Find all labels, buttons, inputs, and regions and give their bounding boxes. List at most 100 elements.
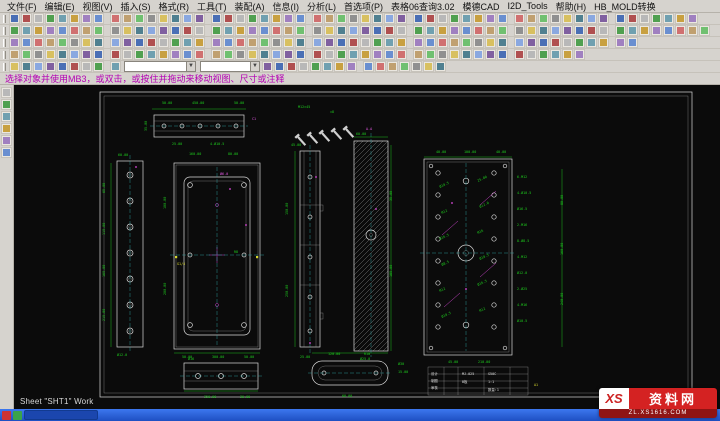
toolbar-icon[interactable]: [387, 61, 398, 72]
toolbar-icon[interactable]: [663, 13, 674, 24]
toolbar-icon[interactable]: [69, 49, 80, 60]
toolbar-icon[interactable]: [69, 25, 80, 36]
toolbar-icon[interactable]: [146, 49, 157, 60]
toolbar-icon[interactable]: [396, 49, 407, 60]
toolbar-icon[interactable]: [170, 37, 181, 48]
toolbar-icon[interactable]: [1, 99, 12, 110]
layer-combo[interactable]: ▼: [124, 61, 196, 72]
view-top-plate[interactable]: [150, 109, 248, 137]
toolbar-icon[interactable]: [182, 13, 193, 24]
toolbar-icon[interactable]: [348, 37, 359, 48]
toolbar-icon[interactable]: [295, 13, 306, 24]
toolbar-icon[interactable]: [485, 25, 496, 36]
toolbar-icon[interactable]: [247, 13, 258, 24]
toolbar-icon[interactable]: [336, 37, 347, 48]
toolbar-icon[interactable]: [514, 49, 525, 60]
toolbar-icon[interactable]: [21, 61, 32, 72]
toolbar-icon[interactable]: [283, 13, 294, 24]
toolbar-icon[interactable]: [33, 13, 44, 24]
toolbar-icon[interactable]: [322, 61, 333, 72]
toolbar-icon[interactable]: [372, 49, 383, 60]
toolbar-icon[interactable]: [485, 37, 496, 48]
toolbar-icon[interactable]: [372, 13, 383, 24]
toolbar-icon[interactable]: [348, 13, 359, 24]
toolbar-icon[interactable]: [425, 49, 436, 60]
toolbar-icon[interactable]: [158, 25, 169, 36]
toolbar-icon[interactable]: [497, 13, 508, 24]
toolbar-icon[interactable]: [411, 61, 422, 72]
toolbar-icon[interactable]: [598, 13, 609, 24]
toolbar-icon[interactable]: [497, 37, 508, 48]
toolbar-grip[interactable]: [3, 63, 6, 71]
toolbar-icon[interactable]: [598, 25, 609, 36]
toolbar-icon[interactable]: [334, 61, 345, 72]
toolbar-icon[interactable]: [1, 111, 12, 122]
toolbar-icon[interactable]: [550, 25, 561, 36]
menu-item[interactable]: 表格06查询3.02: [387, 0, 459, 13]
toolbar-icon[interactable]: [396, 37, 407, 48]
toolbar-icon[interactable]: [295, 49, 306, 60]
toolbar-icon[interactable]: [360, 37, 371, 48]
toolbar-icon[interactable]: [45, 13, 56, 24]
taskbar-app-icon[interactable]: [2, 411, 11, 420]
toolbar-icon[interactable]: [259, 49, 270, 60]
menu-item[interactable]: I2D_Tools: [504, 1, 552, 11]
toolbar-icon[interactable]: [223, 49, 234, 60]
toolbar-icon[interactable]: [651, 13, 662, 24]
menu-item[interactable]: 文件(F): [3, 0, 41, 13]
drawing-canvas[interactable]: 50.00450.0050.0035.0025.004-Ø10.5C1M12×4…: [14, 85, 720, 409]
toolbar-icon[interactable]: [9, 37, 20, 48]
toolbar-icon[interactable]: [33, 25, 44, 36]
toolbar-icon[interactable]: [615, 13, 626, 24]
menu-item[interactable]: 插入(S): [117, 0, 155, 13]
toolbar-icon[interactable]: [45, 49, 56, 60]
toolbar-icon[interactable]: [538, 25, 549, 36]
toolbar-icon[interactable]: [93, 61, 104, 72]
toolbar-icon[interactable]: [384, 13, 395, 24]
toolbar-icon[interactable]: [235, 37, 246, 48]
toolbar-icon[interactable]: [134, 25, 145, 36]
toolbar-icon[interactable]: [461, 25, 472, 36]
toolbar-icon[interactable]: [461, 49, 472, 60]
view-screws[interactable]: [294, 125, 355, 146]
toolbar-icon[interactable]: [235, 25, 246, 36]
toolbar-icon[interactable]: [1, 123, 12, 134]
toolbar-icon[interactable]: [1, 147, 12, 158]
toolbar-icon[interactable]: [497, 25, 508, 36]
toolbar-icon[interactable]: [81, 49, 92, 60]
toolbar-icon[interactable]: [550, 13, 561, 24]
toolbar-icon[interactable]: [134, 37, 145, 48]
toolbar-icon[interactable]: [360, 49, 371, 60]
toolbar-icon[interactable]: [271, 49, 282, 60]
toolbar-icon[interactable]: [449, 13, 460, 24]
toolbar-grip[interactable]: [3, 27, 6, 35]
toolbar-icon[interactable]: [310, 61, 321, 72]
toolbar-icon[interactable]: [372, 25, 383, 36]
toolbar-icon[interactable]: [485, 13, 496, 24]
toolbar-icon[interactable]: [57, 25, 68, 36]
toolbar-icon[interactable]: [81, 61, 92, 72]
toolbar-icon[interactable]: [384, 25, 395, 36]
toolbar-icon[interactable]: [384, 37, 395, 48]
toolbar-icon[interactable]: [182, 37, 193, 48]
toolbar-icon[interactable]: [45, 37, 56, 48]
toolbar-icon[interactable]: [346, 61, 357, 72]
view-main-plate[interactable]: [170, 163, 264, 353]
toolbar-icon[interactable]: [45, 61, 56, 72]
toolbar-icon[interactable]: [223, 37, 234, 48]
menu-item[interactable]: 视图(V): [79, 0, 117, 13]
toolbar-icon[interactable]: [182, 49, 193, 60]
menu-item[interactable]: 装配(A): [231, 0, 269, 13]
toolbar-icon[interactable]: [413, 25, 424, 36]
drawing-sheet[interactable]: 50.00450.0050.0035.0025.004-Ø10.5C1M12×4…: [14, 85, 720, 409]
toolbar-icon[interactable]: [211, 49, 222, 60]
toolbar-icon[interactable]: [675, 25, 686, 36]
toolbar-icon[interactable]: [526, 13, 537, 24]
toolbar-icon[interactable]: [586, 25, 597, 36]
menu-item[interactable]: HB_MOLD转换: [590, 0, 660, 13]
toolbar-icon[interactable]: [110, 61, 121, 72]
toolbar-icon[interactable]: [473, 13, 484, 24]
view-bottom-gasket[interactable]: [308, 353, 392, 385]
toolbar-icon[interactable]: [574, 25, 585, 36]
toolbar-icon[interactable]: [473, 25, 484, 36]
